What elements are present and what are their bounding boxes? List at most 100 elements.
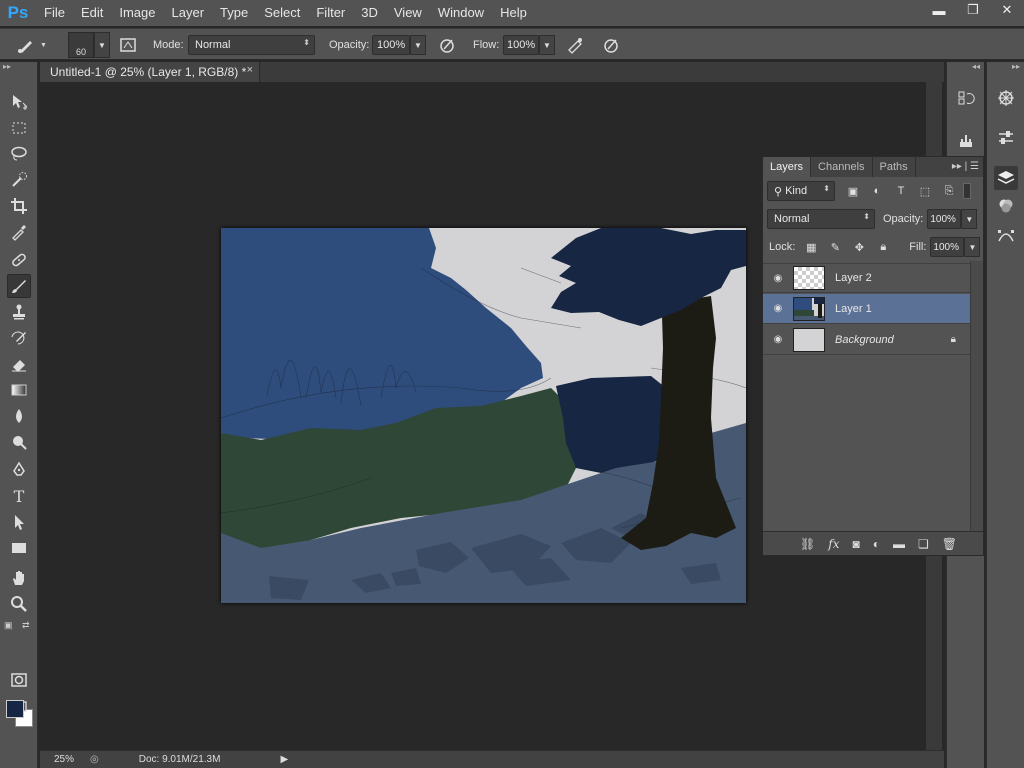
menu-image[interactable]: Image [111,0,163,26]
eraser-tool-icon[interactable] [7,352,31,376]
dodge-tool-icon[interactable] [7,430,31,454]
filter-type-icon[interactable]: T [893,185,909,198]
pressure-opacity-icon[interactable] [435,33,459,57]
collapse-dock-icon[interactable]: ▸▸ [987,62,1024,72]
airbrush-icon[interactable] [563,33,587,57]
folder-icon[interactable]: ▬ [893,537,905,551]
menu-3d[interactable]: 3D [353,0,386,26]
filter-shape-icon[interactable]: ⬚ [917,185,933,198]
flow-input[interactable]: 100% [503,35,539,55]
filter-smart-object-icon[interactable]: ⎘ [941,185,957,198]
status-menu-arrow-icon[interactable]: ▶ [280,754,288,765]
menu-edit[interactable]: Edit [73,0,111,26]
layer-row-layer-2[interactable]: ◉ Layer 2 [763,263,970,293]
hand-tool-icon[interactable] [7,566,31,590]
brush-panel-toggle-icon[interactable] [116,33,140,57]
menu-select[interactable]: Select [256,0,308,26]
mask-icon[interactable]: ◙ [853,537,860,551]
new-layer-icon[interactable]: ❏ [918,537,929,551]
brush-size-picker[interactable]: 60 [68,32,94,58]
gradient-tool-icon[interactable] [7,378,31,402]
mode-select[interactable]: Normal ⬍ [188,35,315,55]
blend-mode-select[interactable]: Normal ⬍ [767,209,875,229]
paths-panel-icon[interactable] [994,224,1018,248]
navigator-panel-icon[interactable] [994,86,1018,110]
restore-button[interactable]: ❐ [956,0,990,20]
blur-tool-icon[interactable] [7,404,31,428]
menu-file[interactable]: File [36,0,73,26]
status-info-icon[interactable]: ◎ [90,754,99,765]
brush-preset-arrow-icon[interactable]: ▼ [40,42,47,49]
document-tab[interactable]: Untitled-1 @ 25% (Layer 1, RGB/8) * × [40,62,260,82]
channels-panel-icon[interactable] [994,194,1018,218]
layer-row-background[interactable]: ◉ Background 🔒︎ [763,325,970,355]
close-icon[interactable]: × [247,64,253,76]
tab-layers[interactable]: Layers [763,157,812,177]
filter-adjustment-icon[interactable]: ◐ [869,185,885,198]
foreground-color-swatch[interactable] [6,700,24,718]
layers-panel-icon[interactable] [994,166,1018,190]
marquee-tool-icon[interactable] [7,116,31,140]
type-tool-icon[interactable]: T [7,484,31,508]
swap-colors-icon[interactable]: ⇄ [22,620,30,631]
layer-opacity-input[interactable]: 100% [927,209,962,229]
zoom-level[interactable]: 25% [40,754,90,765]
menu-window[interactable]: Window [430,0,492,26]
menu-layer[interactable]: Layer [164,0,213,26]
lock-transparent-icon[interactable]: ▦ [803,241,819,254]
zoom-tool-icon[interactable] [7,592,31,616]
visibility-eye-icon[interactable]: ◉ [763,303,793,314]
filter-pixel-icon[interactable]: ▣ [845,185,861,198]
menu-type[interactable]: Type [212,0,256,26]
filter-kind-select[interactable]: ⚲ Kind ⬍ [767,181,835,201]
menu-filter[interactable]: Filter [308,0,353,26]
brush-size-dropdown-icon[interactable]: ▼ [94,32,110,58]
quick-selection-tool-icon[interactable] [7,168,31,192]
history-panel-icon[interactable] [954,86,978,110]
move-tool-icon[interactable] [7,90,31,114]
clone-stamp-tool-icon[interactable] [7,300,31,324]
eyedropper-tool-icon[interactable] [7,220,31,244]
brush-preset-icon[interactable] [14,33,38,57]
lock-pixels-icon[interactable]: ✎ [827,241,843,254]
quick-mask-icon[interactable] [7,668,31,692]
history-brush-tool-icon[interactable] [7,326,31,350]
flow-dropdown-icon[interactable]: ▼ [539,35,555,55]
collapse-dock-icon[interactable]: ◂◂ [947,62,984,72]
close-button[interactable]: ✕ [990,0,1024,20]
opacity-dropdown-icon[interactable]: ▼ [410,35,426,55]
tab-paths[interactable]: Paths [873,157,916,177]
visibility-eye-icon[interactable]: ◉ [763,334,793,345]
minimize-button[interactable]: ▬ [922,0,956,20]
crop-tool-icon[interactable] [7,194,31,218]
rectangle-tool-icon[interactable] [7,536,31,560]
pressure-size-icon[interactable] [599,33,623,57]
fill-dropdown-icon[interactable]: ▼ [964,237,981,257]
adjustments-panel-icon[interactable] [994,126,1018,150]
lasso-tool-icon[interactable] [7,142,31,166]
path-selection-tool-icon[interactable] [7,510,31,534]
visibility-eye-icon[interactable]: ◉ [763,273,793,284]
healing-brush-tool-icon[interactable] [7,248,31,272]
lock-all-icon[interactable]: 🔒︎ [875,241,891,254]
default-colors-icon[interactable]: ▣ [4,620,13,631]
collapse-icon[interactable]: ▸▸ [0,62,37,72]
adjustment-icon[interactable]: ◐ [873,537,880,551]
layers-scrollbar[interactable] [970,261,983,531]
opacity-input[interactable]: 100% [372,35,410,55]
menu-help[interactable]: Help [492,0,535,26]
document-canvas[interactable] [220,228,747,603]
menu-view[interactable]: View [386,0,430,26]
pen-tool-icon[interactable] [7,458,31,482]
layer-row-layer-1[interactable]: ◉ Layer 1 [763,294,970,324]
fx-icon[interactable]: fx [828,537,839,551]
link-icon[interactable]: ⛓ [800,537,815,551]
panel-menu-icon[interactable]: ▸▸ | ☰ [952,157,979,177]
layer-opacity-dropdown-icon[interactable]: ▼ [961,209,978,229]
brush-presets-panel-icon[interactable] [954,128,978,152]
lock-position-icon[interactable]: ✥ [851,241,867,254]
fill-input[interactable]: 100% [930,237,965,257]
tab-channels[interactable]: Channels [811,157,873,177]
filter-toggle[interactable] [963,183,971,199]
brush-tool-icon[interactable] [7,274,31,298]
